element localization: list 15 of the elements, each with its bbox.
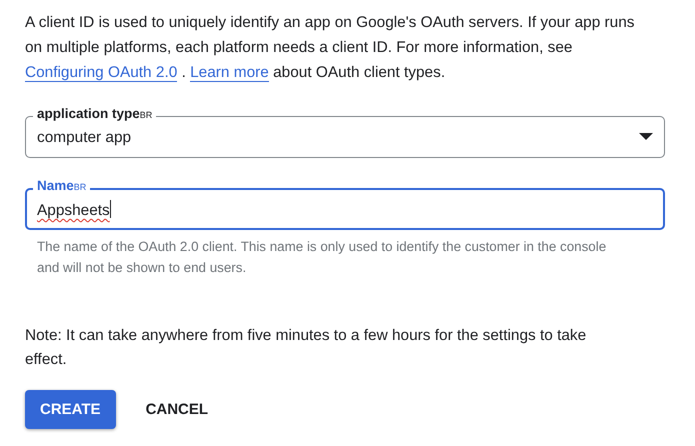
- intro-paragraph: A client ID is used to uniquely identify an app on Google's OAuth servers. If your app runs on multiple platforms, each platform needs a client ID. For more information, see Configuring OAuth 2.0 . Learn more about OAuth client types.: [25, 13, 636, 84]
- cancel-button[interactable]: CANCEL: [126, 390, 228, 429]
- dropdown-arrow-icon[interactable]: [639, 133, 653, 141]
- dropdown-field[interactable]: application typeBR computer app: [25, 106, 665, 158]
- field-label: application type: [37, 106, 140, 121]
- label-suffix: BR: [140, 110, 152, 120]
- helper-text: The name of the OAuth 2.0 client. This name is only used to identify the customer in the console and will not be shown to end users.: [36, 238, 608, 277]
- field-label: Name: [37, 178, 74, 193]
- link[interactable]: Configuring OAuth 2.0: [25, 64, 178, 82]
- label-suffix: BR: [74, 182, 86, 192]
- input-field[interactable]: NameBR Appsheets: [25, 178, 665, 230]
- text-cursor: [110, 200, 111, 218]
- note-text: Note: It can take anywhere from five minutes to a few hours for the settings to take effect.: [25, 326, 588, 370]
- create-button[interactable]: CREATE: [25, 390, 116, 429]
- link[interactable]: Learn more: [190, 64, 269, 82]
